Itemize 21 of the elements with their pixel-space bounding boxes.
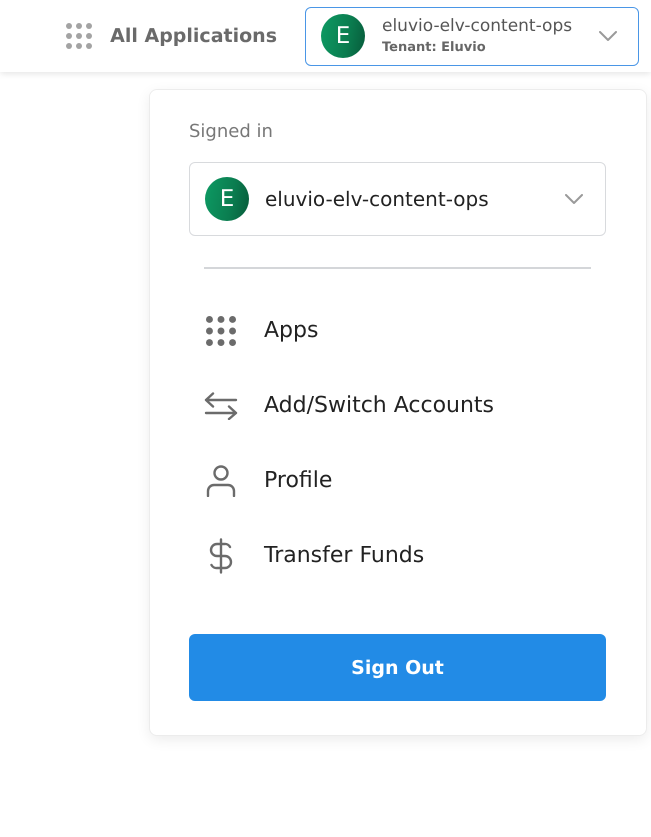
grid-icon	[66, 23, 92, 49]
swap-arrows-icon	[204, 392, 238, 420]
avatar: E	[321, 14, 365, 58]
sign-out-button[interactable]: Sign Out	[189, 634, 606, 701]
account-name: eluvio-elv-content-ops	[265, 187, 490, 211]
account-select[interactable]: E eluvio-elv-content-ops	[189, 162, 606, 236]
avatar: E	[205, 177, 249, 221]
grid-icon	[206, 316, 236, 346]
signed-in-heading: Signed in	[189, 120, 274, 144]
account-button[interactable]: E eluvio-elv-content-ops Tenant: Eluvio	[305, 6, 639, 66]
chevron-down-icon	[599, 31, 617, 41]
tenant-label: Tenant: Eluvio	[382, 39, 487, 57]
menu-item[interactable]: Profile	[189, 443, 332, 518]
all-applications-link[interactable]: All Applications	[66, 23, 277, 49]
dollar-icon	[208, 538, 234, 574]
menu-item[interactable]: Add/Switch Accounts	[189, 368, 494, 443]
menu-item[interactable]: Apps	[189, 293, 318, 368]
menu-item[interactable]: Transfer Funds	[189, 518, 424, 593]
account-name: eluvio-elv-content-ops	[382, 15, 574, 37]
person-icon	[206, 464, 236, 496]
chevron-down-icon	[565, 194, 583, 204]
